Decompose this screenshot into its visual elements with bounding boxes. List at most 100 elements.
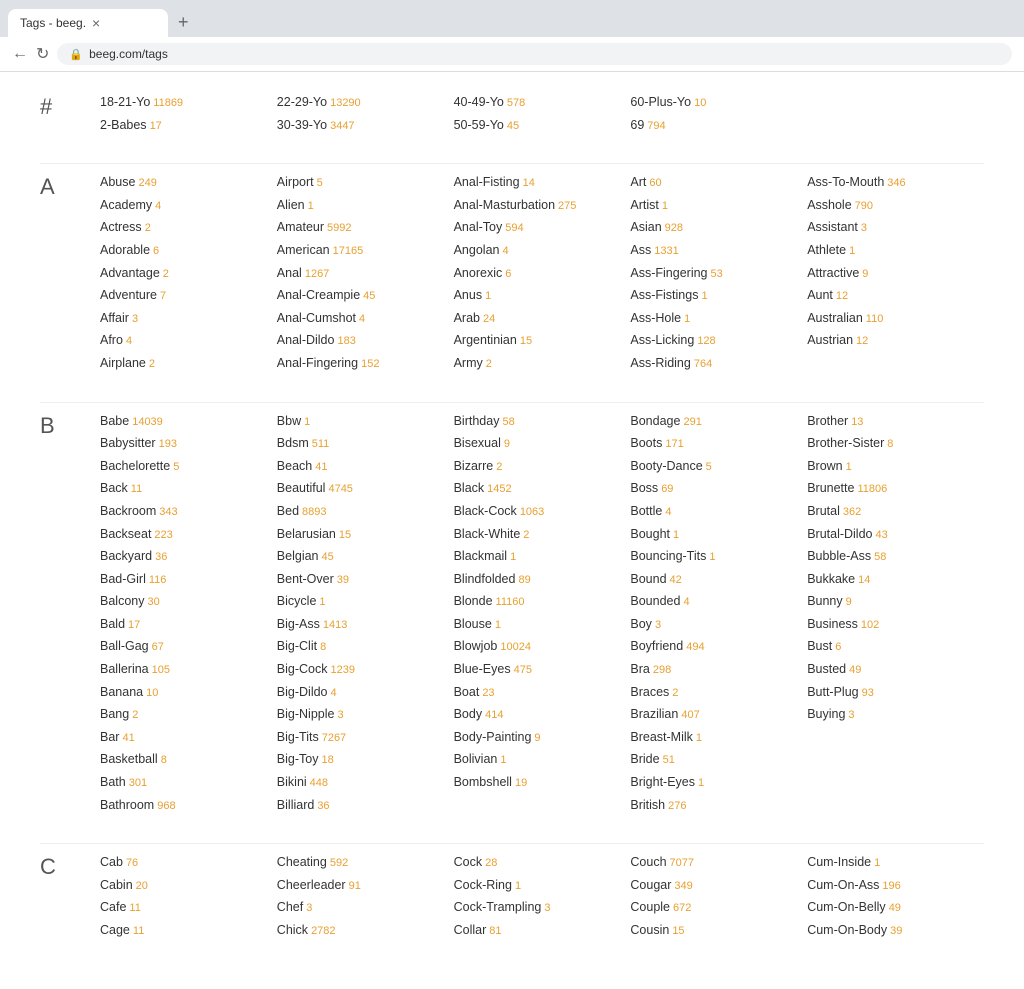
tag-name[interactable]: Anal-Cumshot	[277, 308, 356, 328]
tag-name[interactable]: Cum-On-Belly	[807, 897, 886, 917]
tag-name[interactable]: Bath	[100, 772, 126, 792]
tag-name[interactable]: Ballerina	[100, 659, 149, 679]
tag-name[interactable]: Basketball	[100, 749, 158, 769]
tag-name[interactable]: Brazilian	[630, 704, 678, 724]
tag-name[interactable]: Asian	[630, 217, 661, 237]
tag-name[interactable]: Anal-Dildo	[277, 330, 335, 350]
tag-name[interactable]: Bikini	[277, 772, 307, 792]
tag-name[interactable]: 60-Plus-Yo	[630, 92, 691, 112]
tag-name[interactable]: Cage	[100, 920, 130, 940]
tag-name[interactable]: Anal-Fisting	[454, 172, 520, 192]
tag-name[interactable]: Bride	[630, 749, 659, 769]
tag-name[interactable]: Abuse	[100, 172, 135, 192]
tag-name[interactable]: Big-Ass	[277, 614, 320, 634]
tag-name[interactable]: Body	[454, 704, 483, 724]
tag-name[interactable]: Ass-Riding	[630, 353, 690, 373]
tag-name[interactable]: Couple	[630, 897, 670, 917]
tag-name[interactable]: Afro	[100, 330, 123, 350]
tag-name[interactable]: Butt-Plug	[807, 682, 858, 702]
tag-name[interactable]: Bad-Girl	[100, 569, 146, 589]
tag-name[interactable]: Ass	[630, 240, 651, 260]
tag-name[interactable]: Braces	[630, 682, 669, 702]
tag-name[interactable]: Bed	[277, 501, 299, 521]
tag-name[interactable]: British	[630, 795, 665, 815]
tag-name[interactable]: Blonde	[454, 591, 493, 611]
tag-name[interactable]: 30-39-Yo	[277, 115, 327, 135]
tag-name[interactable]: Big-Dildo	[277, 682, 328, 702]
tag-name[interactable]: Ass-Fistings	[630, 285, 698, 305]
tag-name[interactable]: Big-Cock	[277, 659, 328, 679]
tag-name[interactable]: Adventure	[100, 285, 157, 305]
tag-name[interactable]: Belgian	[277, 546, 319, 566]
tag-name[interactable]: Backseat	[100, 524, 151, 544]
tag-name[interactable]: Bust	[807, 636, 832, 656]
tag-name[interactable]: Attractive	[807, 263, 859, 283]
tag-name[interactable]: Babe	[100, 411, 129, 431]
tag-name[interactable]: Alien	[277, 195, 305, 215]
tag-name[interactable]: Babysitter	[100, 433, 156, 453]
tab-close-button[interactable]: ×	[92, 15, 100, 31]
tag-name[interactable]: 18-21-Yo	[100, 92, 150, 112]
tag-name[interactable]: 2-Babes	[100, 115, 147, 135]
tag-name[interactable]: Big-Tits	[277, 727, 319, 747]
tag-name[interactable]: Airport	[277, 172, 314, 192]
tag-name[interactable]: Balcony	[100, 591, 144, 611]
tag-name[interactable]: Bbw	[277, 411, 301, 431]
tag-name[interactable]: Couch	[630, 852, 666, 872]
tag-name[interactable]: Artist	[630, 195, 658, 215]
tag-name[interactable]: Banana	[100, 682, 143, 702]
tag-name[interactable]: Bolivian	[454, 749, 498, 769]
tag-name[interactable]: Big-Nipple	[277, 704, 335, 724]
tag-name[interactable]: Bound	[630, 569, 666, 589]
new-tab-button[interactable]: +	[170, 8, 197, 37]
tag-name[interactable]: Bra	[630, 659, 649, 679]
tag-name[interactable]: Bent-Over	[277, 569, 334, 589]
tag-name[interactable]: Angolan	[454, 240, 500, 260]
tag-name[interactable]: Brown	[807, 456, 842, 476]
tag-name[interactable]: Anal-Toy	[454, 217, 503, 237]
tag-name[interactable]: Bizarre	[454, 456, 494, 476]
tag-name[interactable]: Anal-Masturbation	[454, 195, 555, 215]
tag-name[interactable]: 50-59-Yo	[454, 115, 504, 135]
tag-name[interactable]: Bathroom	[100, 795, 154, 815]
tag-name[interactable]: Bubble-Ass	[807, 546, 871, 566]
tag-name[interactable]: 40-49-Yo	[454, 92, 504, 112]
tag-name[interactable]: Black	[454, 478, 485, 498]
tag-name[interactable]: Backyard	[100, 546, 152, 566]
tag-name[interactable]: Back	[100, 478, 128, 498]
tag-name[interactable]: Blue-Eyes	[454, 659, 511, 679]
tag-name[interactable]: Actress	[100, 217, 142, 237]
tag-name[interactable]: Bdsm	[277, 433, 309, 453]
tag-name[interactable]: Anal	[277, 263, 302, 283]
reload-button[interactable]: ↻	[36, 44, 49, 64]
tag-name[interactable]: Assistant	[807, 217, 858, 237]
tag-name[interactable]: Art	[630, 172, 646, 192]
tag-name[interactable]: Birthday	[454, 411, 500, 431]
tag-name[interactable]: Army	[454, 353, 483, 373]
tag-name[interactable]: Anus	[454, 285, 483, 305]
tag-name[interactable]: Blouse	[454, 614, 492, 634]
tag-name[interactable]: Big-Toy	[277, 749, 319, 769]
tag-name[interactable]: Bachelorette	[100, 456, 170, 476]
tag-name[interactable]: Blindfolded	[454, 569, 516, 589]
tag-name[interactable]: Bottle	[630, 501, 662, 521]
tag-name[interactable]: Bombshell	[454, 772, 512, 792]
tag-name[interactable]: Boat	[454, 682, 480, 702]
tag-name[interactable]: Bounded	[630, 591, 680, 611]
tag-name[interactable]: Cougar	[630, 875, 671, 895]
tag-name[interactable]: Brutal-Dildo	[807, 524, 872, 544]
tag-name[interactable]: Business	[807, 614, 858, 634]
back-button[interactable]: ←	[12, 45, 28, 63]
tag-name[interactable]: Ass-Fingering	[630, 263, 707, 283]
tag-name[interactable]: Arab	[454, 308, 480, 328]
tag-name[interactable]: Anal-Creampie	[277, 285, 360, 305]
tag-name[interactable]: Cum-On-Body	[807, 920, 887, 940]
tag-name[interactable]: Bukkake	[807, 569, 855, 589]
tag-name[interactable]: Boyfriend	[630, 636, 683, 656]
tag-name[interactable]: Bicycle	[277, 591, 317, 611]
tag-name[interactable]: Bisexual	[454, 433, 501, 453]
tag-name[interactable]: Advantage	[100, 263, 160, 283]
tag-name[interactable]: Brother	[807, 411, 848, 431]
tag-name[interactable]: Black-Cock	[454, 501, 517, 521]
tag-name[interactable]: Cafe	[100, 897, 126, 917]
